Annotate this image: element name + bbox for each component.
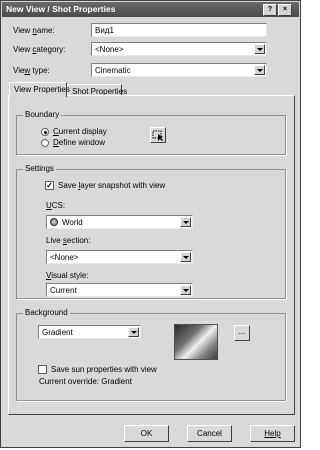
background-group: Background Gradient ... Save sun propert…: [16, 308, 286, 401]
save-snapshot-label: Save layer snapshot with view: [58, 181, 166, 190]
define-window-label: Define window: [53, 138, 106, 147]
globe-icon: [50, 218, 58, 226]
settings-group: Settings ✓ Save layer snapshot with view…: [16, 164, 286, 299]
view-type-select[interactable]: Cinematic: [91, 63, 267, 77]
view-name-label: View name:: [13, 26, 55, 35]
boundary-title: Boundary: [23, 110, 62, 119]
tab-panel: Boundary Current display Define window S…: [8, 95, 295, 415]
ucs-select[interactable]: World: [46, 215, 193, 229]
current-override-text: Current override: Gradient: [39, 377, 132, 386]
chevron-down-icon[interactable]: [180, 285, 191, 295]
title-bar[interactable]: New View / Shot Properties ? ×: [2, 2, 299, 17]
current-display-radio[interactable]: [41, 128, 49, 136]
help-title-button[interactable]: ?: [263, 4, 277, 16]
view-type-value: Cinematic: [95, 66, 131, 75]
live-section-label: Live section:: [46, 236, 91, 245]
background-browse-button[interactable]: ...: [234, 325, 250, 341]
view-name-input[interactable]: Вид1: [91, 23, 267, 37]
background-type-select[interactable]: Gradient: [38, 325, 141, 339]
define-window-button[interactable]: [150, 127, 166, 143]
chevron-down-icon[interactable]: [180, 217, 191, 227]
visual-style-value: Current: [50, 286, 77, 295]
view-category-value: <None>: [95, 45, 124, 54]
window-title: New View / Shot Properties: [6, 4, 116, 14]
gradient-preview: [174, 324, 218, 360]
dialog-window: New View / Shot Properties ? × View name…: [0, 0, 301, 448]
background-title: Background: [23, 308, 70, 317]
help-button[interactable]: Help: [250, 425, 295, 442]
save-sun-checkbox[interactable]: [38, 365, 47, 374]
close-title-button[interactable]: ×: [278, 4, 292, 16]
chevron-down-icon[interactable]: [254, 44, 265, 54]
background-type-value: Gradient: [42, 328, 73, 337]
tab-view-properties[interactable]: View Properties: [9, 82, 70, 97]
boundary-group: Boundary Current display Define window: [16, 110, 286, 155]
cancel-button[interactable]: Cancel: [187, 425, 232, 442]
window-select-icon: [152, 130, 163, 141]
settings-title: Settings: [23, 164, 56, 173]
ucs-value: World: [62, 218, 83, 227]
chevron-down-icon[interactable]: [254, 65, 265, 75]
ok-button[interactable]: OK: [124, 425, 169, 442]
visual-style-select[interactable]: Current: [46, 283, 193, 297]
chevron-down-icon[interactable]: [180, 252, 191, 262]
current-display-label: Current display: [53, 127, 107, 136]
ucs-label: UCS:: [46, 201, 66, 210]
save-snapshot-checkbox[interactable]: ✓: [45, 181, 54, 190]
visual-style-label: Visual style:: [46, 271, 89, 280]
view-type-label: View type:: [13, 66, 50, 75]
live-section-select[interactable]: <None>: [46, 250, 193, 264]
live-section-value: <None>: [50, 253, 79, 262]
chevron-down-icon[interactable]: [128, 327, 139, 337]
view-name-value: Вид1: [95, 26, 114, 35]
view-category-select[interactable]: <None>: [91, 42, 267, 56]
view-category-label: View category:: [13, 45, 66, 54]
save-sun-label: Save sun properties with view: [51, 365, 157, 374]
define-window-radio[interactable]: [41, 139, 49, 147]
tab-label: View Properties: [14, 85, 70, 94]
